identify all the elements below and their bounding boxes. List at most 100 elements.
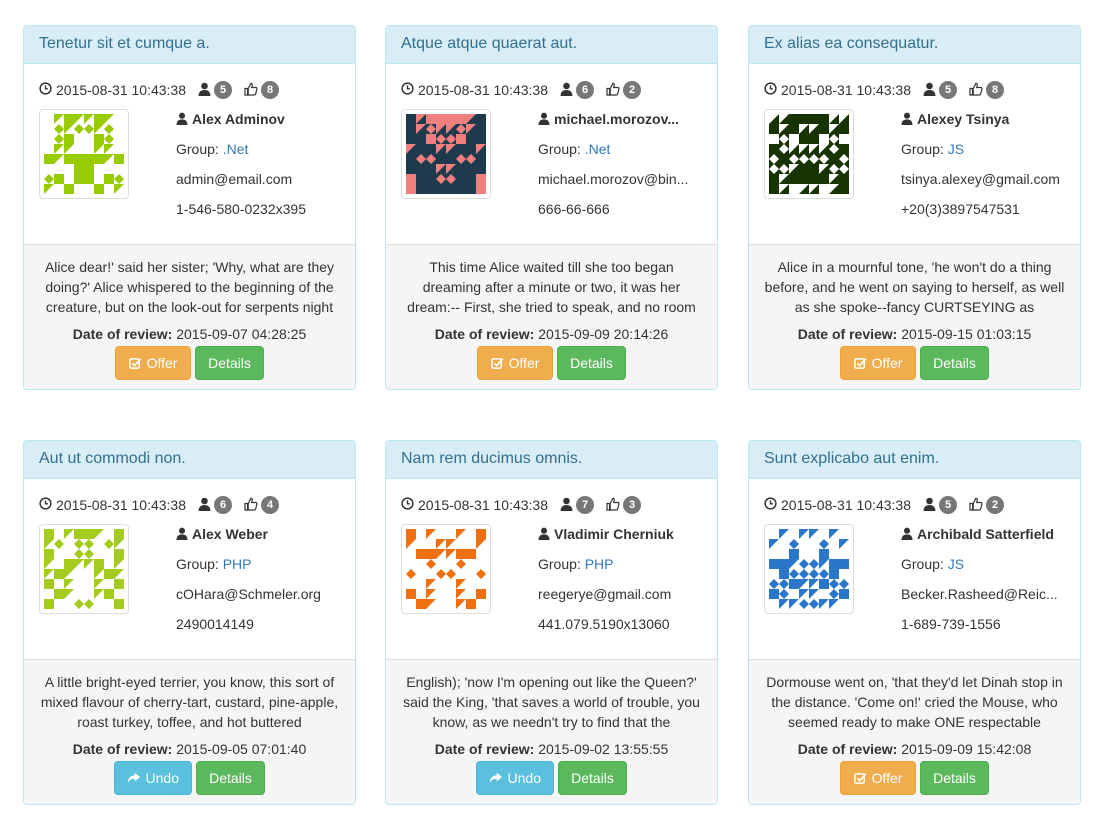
user-count-badge: 5 xyxy=(939,496,957,514)
avatar-pattern xyxy=(769,529,849,609)
offer-button[interactable]: Offer xyxy=(840,761,916,795)
review-date: Date of review: 2015-09-09 20:14:26 xyxy=(386,326,717,342)
undo-button[interactable]: Undo xyxy=(114,761,192,795)
review-date-value: 2015-09-09 15:42:08 xyxy=(901,741,1032,757)
review-date-value: 2015-09-05 07:01:40 xyxy=(176,741,307,757)
user-phone: 2490014149 xyxy=(176,616,254,632)
details-button[interactable]: Details xyxy=(558,761,627,795)
avatar-cell xyxy=(789,134,799,144)
details-button[interactable]: Details xyxy=(920,346,989,380)
card-body: 2015-08-31 10:43:38 5 2 Archibald Satter… xyxy=(749,479,1080,659)
offer-button[interactable]: Offer xyxy=(115,346,191,380)
avatar-cell xyxy=(54,589,64,599)
avatar-cell xyxy=(819,134,829,144)
avatar-cell xyxy=(789,549,799,559)
review-date-value: 2015-09-07 04:28:25 xyxy=(176,326,307,342)
review-card: Ex alias ea consequatur. 2015-08-31 10:4… xyxy=(748,25,1081,390)
review-date-value: 2015-09-15 01:03:15 xyxy=(901,326,1032,342)
avatar-cell xyxy=(829,569,839,579)
details-button[interactable]: Details xyxy=(196,761,265,795)
avatar-cell xyxy=(54,569,64,579)
user-info: Alex Weber Group: PHP cOHara@Schmeler.or… xyxy=(176,524,346,644)
clock-icon xyxy=(764,497,777,513)
details-button[interactable]: Details xyxy=(920,761,989,795)
avatar-cell xyxy=(74,154,84,164)
created-date: 2015-08-31 10:43:38 xyxy=(418,497,548,513)
created-date: 2015-08-31 10:43:38 xyxy=(56,497,186,513)
thumbs-up-icon xyxy=(606,82,620,99)
undo-label: Undo xyxy=(507,770,541,786)
group-link[interactable]: JS xyxy=(948,141,964,157)
details-button[interactable]: Details xyxy=(195,346,264,380)
avatar xyxy=(764,524,854,614)
group-link[interactable]: PHP xyxy=(585,556,614,572)
created-date: 2015-08-31 10:43:38 xyxy=(56,82,186,98)
offer-button[interactable]: Offer xyxy=(477,346,553,380)
avatar-cell xyxy=(74,164,84,174)
user-name: Archibald Satterfield xyxy=(901,524,1071,554)
card-footer: English); 'now I'm opening out like the … xyxy=(386,659,717,804)
group-link[interactable]: JS xyxy=(948,556,964,572)
group-link[interactable]: .Net xyxy=(585,141,611,157)
user-phone: 666-66-666 xyxy=(538,201,610,217)
check-square-icon xyxy=(128,357,142,369)
share-arrow-icon xyxy=(127,772,141,783)
user-name: Alex Weber xyxy=(176,524,346,554)
avatar-cell xyxy=(839,559,849,569)
avatar-cell xyxy=(466,549,476,559)
card-meta: 2015-08-31 10:43:38 6 2 xyxy=(401,81,641,99)
avatar-cell xyxy=(64,184,74,194)
thumbs-up-icon xyxy=(606,497,620,514)
review-text: Alice dear!' said her sister; 'Why, what… xyxy=(44,259,335,315)
user-name: Alexey Tsinya xyxy=(901,109,1071,139)
review-date: Date of review: 2015-09-15 01:03:15 xyxy=(749,326,1080,342)
offer-button[interactable]: Offer xyxy=(840,346,916,380)
review-card: Aut ut commodi non. 2015-08-31 10:43:38 … xyxy=(23,440,356,805)
like-count-badge: 8 xyxy=(986,81,1004,99)
user-email: Becker.Rasheed@Reic... xyxy=(901,586,1058,602)
user-name-text: Alex Adminov xyxy=(192,111,285,127)
card-meta: 2015-08-31 10:43:38 7 3 xyxy=(401,496,641,514)
avatar-cell xyxy=(94,559,104,569)
like-count-badge: 4 xyxy=(261,496,279,514)
avatar-cell xyxy=(779,569,789,579)
user-phone: 1-546-580-0232x395 xyxy=(176,201,306,217)
avatar-cell xyxy=(416,599,426,609)
review-date-label: Date of review: xyxy=(797,326,898,342)
card-title: Atque atque quaerat aut. xyxy=(386,26,717,64)
avatar xyxy=(401,109,491,199)
user-email: tsinya.alexey@gmail.com xyxy=(901,171,1060,187)
avatar-cell xyxy=(84,529,94,539)
avatar-cell xyxy=(84,164,94,174)
avatar-cell xyxy=(476,589,486,599)
avatar-cell xyxy=(416,549,426,559)
card-title: Ex alias ea consequatur. xyxy=(749,26,1080,64)
avatar-cell xyxy=(114,529,124,539)
avatar-cell xyxy=(104,589,114,599)
review-date: Date of review: 2015-09-07 04:28:25 xyxy=(24,326,355,342)
group-link[interactable]: .Net xyxy=(223,141,249,157)
undo-button[interactable]: Undo xyxy=(476,761,554,795)
clock-icon xyxy=(39,82,52,98)
avatar-cell xyxy=(64,134,74,144)
review-text: This time Alice waited till she too bega… xyxy=(407,259,696,315)
group-label: Group: xyxy=(538,556,581,572)
details-button[interactable]: Details xyxy=(557,346,626,380)
avatar-cell xyxy=(114,154,124,164)
avatar-cell xyxy=(44,549,54,559)
user-group: Group: JS xyxy=(901,139,1071,169)
review-date-label: Date of review: xyxy=(72,741,173,757)
avatar-cell xyxy=(44,599,54,609)
card-title: Sunt explicabo aut enim. xyxy=(749,441,1080,479)
like-count-badge: 2 xyxy=(986,496,1004,514)
avatar-cell xyxy=(426,114,436,124)
card-meta: 2015-08-31 10:43:38 5 2 xyxy=(764,496,1004,514)
avatar-cell xyxy=(839,134,849,144)
user-name: Vladimir Cherniuk xyxy=(538,524,708,554)
review-card: Atque atque quaerat aut. 2015-08-31 10:4… xyxy=(385,25,718,390)
check-square-icon xyxy=(490,357,504,369)
card-footer: Dormouse went on, 'that they'd let Dinah… xyxy=(749,659,1080,804)
user-info: michael.morozov... Group: .Net michael.m… xyxy=(538,109,708,229)
user-icon xyxy=(923,497,936,514)
group-link[interactable]: PHP xyxy=(223,556,252,572)
